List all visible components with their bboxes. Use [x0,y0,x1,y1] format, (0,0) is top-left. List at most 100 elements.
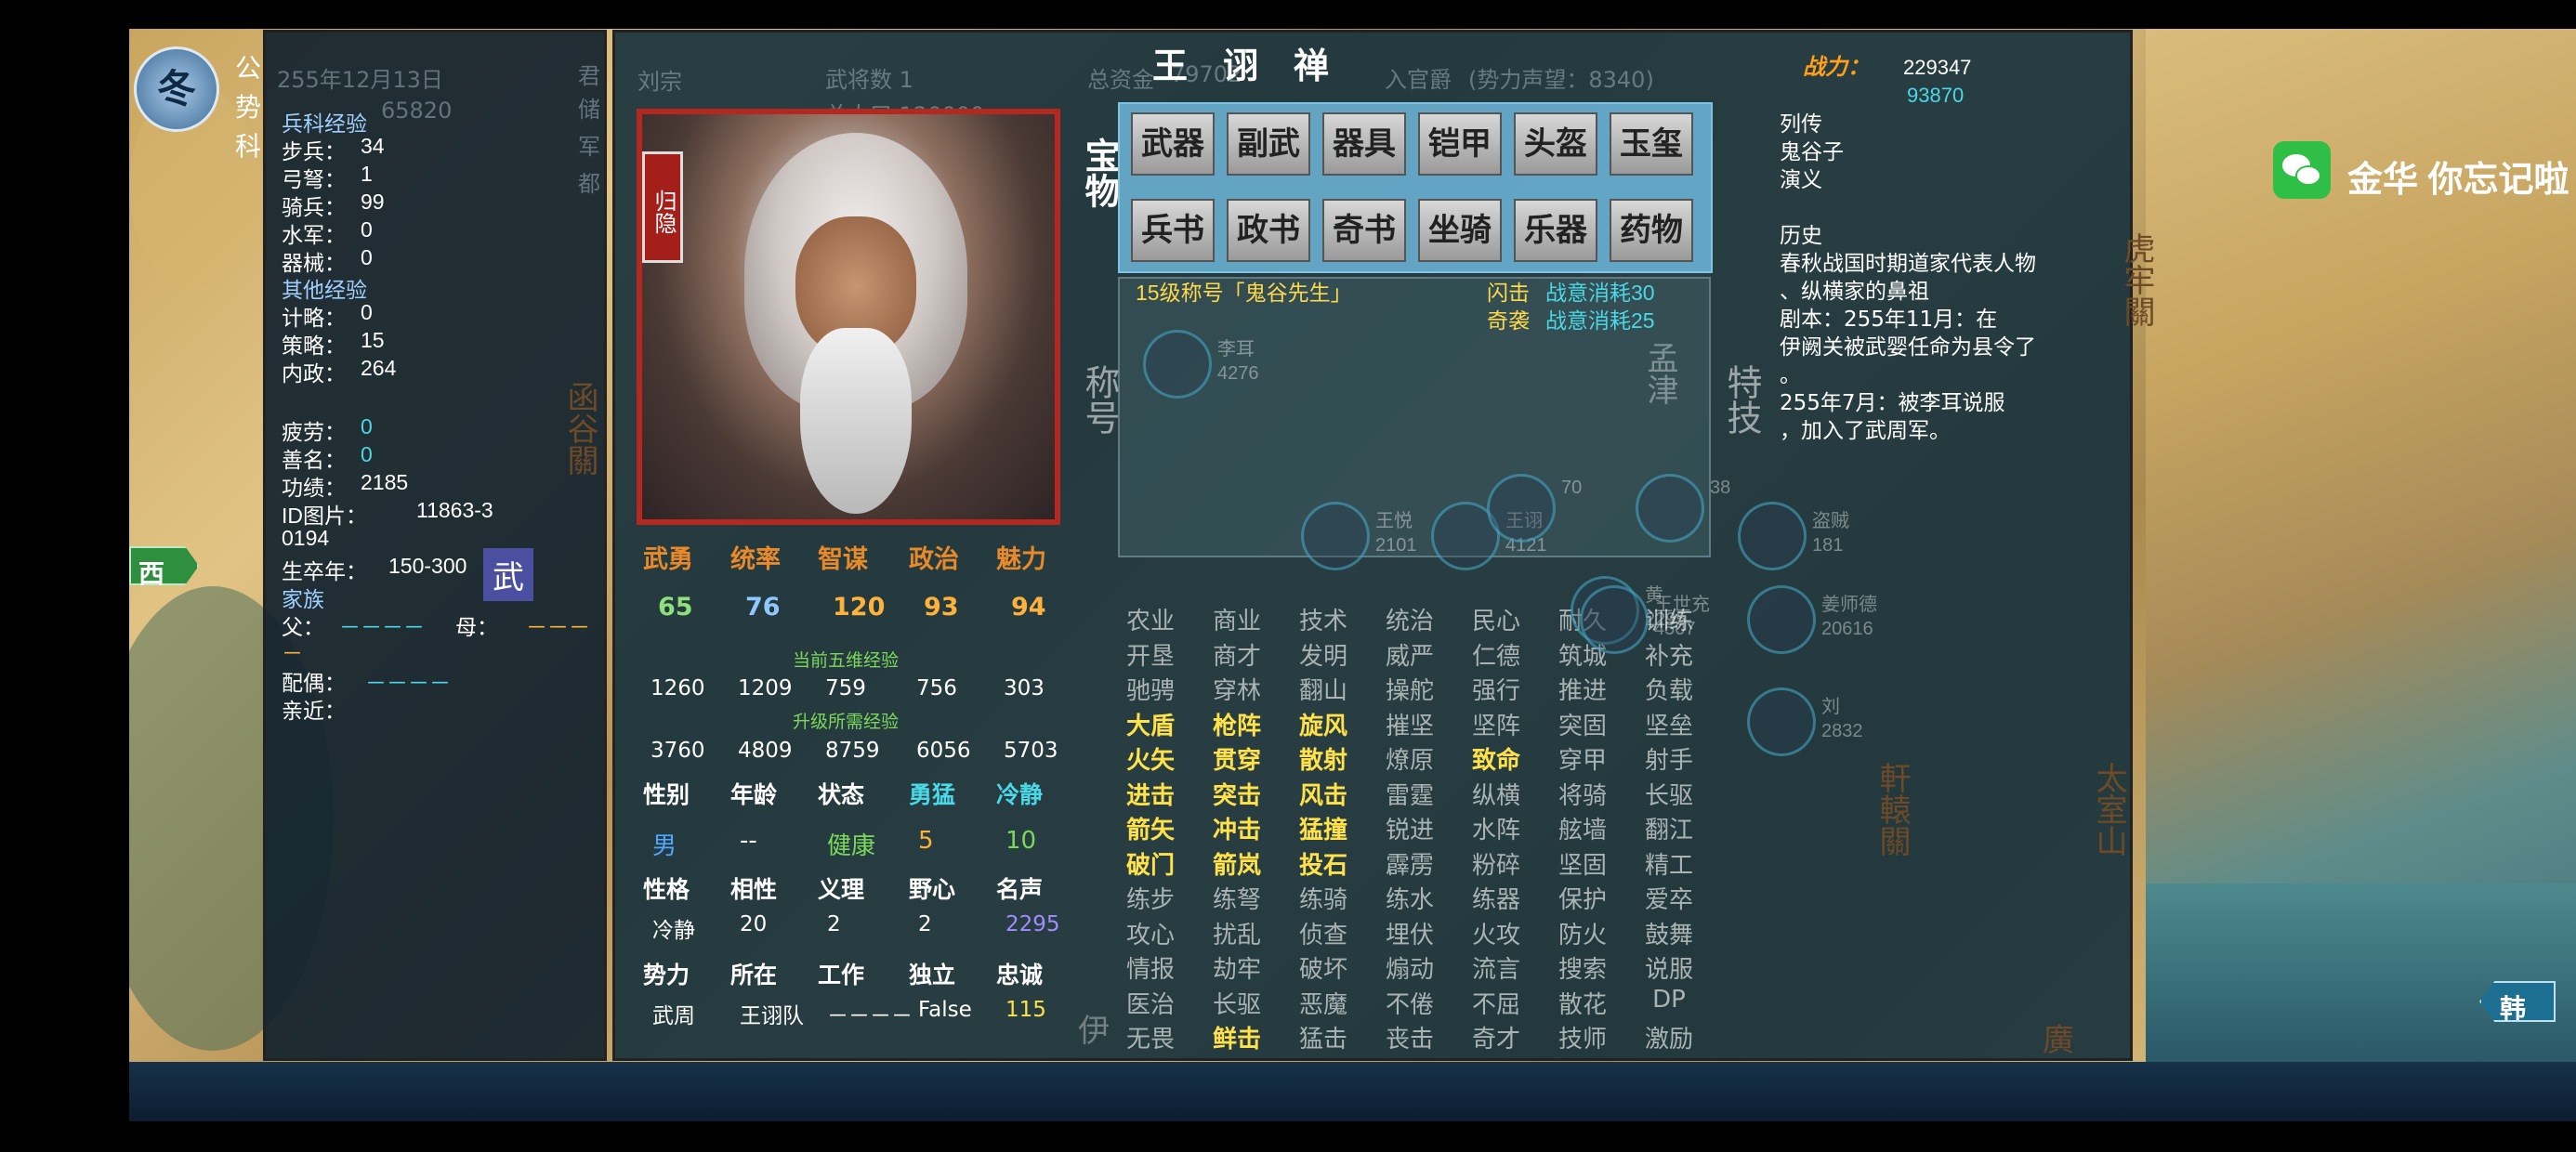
skill-item[interactable]: 精工 [1636,846,1702,881]
skill-item[interactable]: 大盾 [1117,707,1184,741]
skill-item[interactable]: 散射 [1290,741,1357,776]
skill-item[interactable]: 雷霆 [1376,777,1443,811]
skill-item[interactable]: 开垦 [1117,637,1184,672]
skill-item[interactable]: DP [1636,986,1702,1014]
skill-item[interactable]: 仁德 [1463,637,1530,672]
skill-item[interactable]: 爱卒 [1636,881,1702,915]
treasure-slot-button[interactable]: 器具 [1322,112,1406,176]
skill-item[interactable]: 埋伏 [1376,916,1443,950]
skill-item[interactable]: 练骑 [1290,881,1357,915]
skill-item[interactable]: 煽动 [1376,950,1443,985]
skill-item[interactable]: 翻山 [1290,672,1357,706]
skill-item[interactable]: 无畏 [1117,1020,1184,1054]
skill-item[interactable]: 燎原 [1376,741,1443,776]
skill-item[interactable]: 破门 [1117,846,1184,881]
unit-token[interactable] [1487,474,1556,543]
skill-item[interactable]: 突击 [1203,777,1270,811]
han-direction-marker[interactable]: 韩 [2479,981,2556,1022]
skill-item[interactable]: 丧击 [1376,1020,1443,1054]
skill-item[interactable]: 发明 [1290,637,1357,672]
bio-tab-liezhuan[interactable]: 列传 [1780,106,1822,137]
map-label-wu[interactable]: 武 [483,548,533,601]
treasure-slot-button[interactable]: 奇书 [1322,199,1406,262]
unit-token[interactable] [1747,687,1816,756]
skill-item[interactable]: 火攻 [1463,916,1530,950]
skill-item[interactable]: 扰乱 [1203,916,1270,950]
skill-item[interactable]: 技师 [1549,1020,1616,1054]
skill-item[interactable]: 舷墙 [1549,811,1616,845]
unit-token[interactable] [1738,502,1807,570]
skill-item[interactable]: 翻江 [1636,811,1702,845]
skill-item[interactable]: 侦查 [1290,916,1357,950]
unit-token[interactable] [1580,585,1649,654]
skill-item[interactable]: 民心 [1463,602,1530,636]
west-direction-marker[interactable]: 西 [129,546,199,585]
season-badge[interactable]: 冬 [134,46,219,132]
skill-item[interactable]: 坚垒 [1636,707,1702,741]
bio-tab-yanyi[interactable]: 演义 [1780,162,1822,193]
skill-item[interactable]: 坚阵 [1463,707,1530,741]
unit-token[interactable] [1143,330,1212,399]
skill-item[interactable]: 火矢 [1117,741,1184,776]
skill-item[interactable]: 散花 [1549,986,1616,1020]
skill-item[interactable]: 旋风 [1290,707,1357,741]
skill-item[interactable]: 补充 [1636,637,1702,672]
skill-item[interactable]: 纵横 [1463,777,1530,811]
skill-item[interactable]: 搜索 [1549,950,1616,985]
skill-item[interactable]: 保护 [1549,881,1616,915]
skill-item[interactable]: 风击 [1290,777,1357,811]
skill-item[interactable]: 驰骋 [1117,672,1184,706]
unit-token[interactable] [1301,502,1370,570]
treasure-slot-button[interactable]: 武器 [1131,112,1215,176]
unit-token[interactable] [1636,474,1704,543]
skill-item[interactable]: 统治 [1376,602,1443,636]
treasure-slot-button[interactable]: 坐骑 [1418,199,1502,262]
treasure-slot-button[interactable]: 乐器 [1514,199,1597,262]
skill-item[interactable]: 进击 [1117,777,1184,811]
skill-item[interactable]: 奇才 [1463,1020,1530,1054]
skill-item[interactable]: 粉碎 [1463,846,1530,881]
skill-item[interactable]: 不倦 [1376,986,1443,1020]
skill-item[interactable]: 箭矢 [1117,811,1184,845]
unit-token[interactable] [1747,585,1816,654]
treasure-slot-button[interactable]: 兵书 [1131,199,1215,262]
skill-item[interactable]: 威严 [1376,637,1443,672]
skill-item[interactable]: 激励 [1636,1020,1702,1054]
skill-item[interactable]: 强行 [1463,672,1530,706]
skill-item[interactable]: 水阵 [1463,811,1530,845]
skill-item[interactable]: 劫牢 [1203,950,1270,985]
skill-item[interactable]: 医治 [1117,986,1184,1020]
skill-item[interactable]: 锐进 [1376,811,1443,845]
side-tab-gong[interactable]: 公 [235,48,261,85]
skill-item[interactable]: 射手 [1636,741,1702,776]
side-tab-ke[interactable]: 科 [235,126,261,164]
treasure-slot-button[interactable]: 铠甲 [1418,112,1502,176]
skill-item[interactable]: 说服 [1636,950,1702,985]
skill-item[interactable]: 将骑 [1549,777,1616,811]
skill-item[interactable]: 练弩 [1203,881,1270,915]
skill-item[interactable]: 攻心 [1117,916,1184,950]
wechat-notice[interactable]: 金华 你忘记啦 [2273,137,2576,204]
skill-item[interactable]: 穿林 [1203,672,1270,706]
skill-item[interactable]: 枪阵 [1203,707,1270,741]
treasure-slot-button[interactable]: 玉玺 [1610,112,1693,176]
skill-item[interactable]: 投石 [1290,846,1357,881]
treasure-slot-button[interactable]: 政书 [1227,199,1310,262]
skill-item[interactable]: 练步 [1117,881,1184,915]
skill-item[interactable]: 鲜击 [1203,1020,1270,1054]
skill-item[interactable]: 霹雳 [1376,846,1443,881]
treasure-slot-button[interactable]: 副武 [1227,112,1310,176]
side-tab-shi[interactable]: 势 [235,87,261,124]
skill-item[interactable]: 冲击 [1203,811,1270,845]
skill-item[interactable]: 练器 [1463,881,1530,915]
skill-item[interactable]: 负载 [1636,672,1702,706]
treasure-slot-button[interactable]: 药物 [1610,199,1693,262]
skill-item[interactable]: 摧坚 [1376,707,1443,741]
skill-item[interactable]: 长驱 [1636,777,1702,811]
skill-item[interactable]: 操舵 [1376,672,1443,706]
skill-item[interactable]: 技术 [1290,602,1357,636]
skill-item[interactable]: 长驱 [1203,986,1270,1020]
skill-item[interactable]: 情报 [1117,950,1184,985]
skill-item[interactable]: 猛撞 [1290,811,1357,845]
skill-item[interactable]: 坚固 [1549,846,1616,881]
